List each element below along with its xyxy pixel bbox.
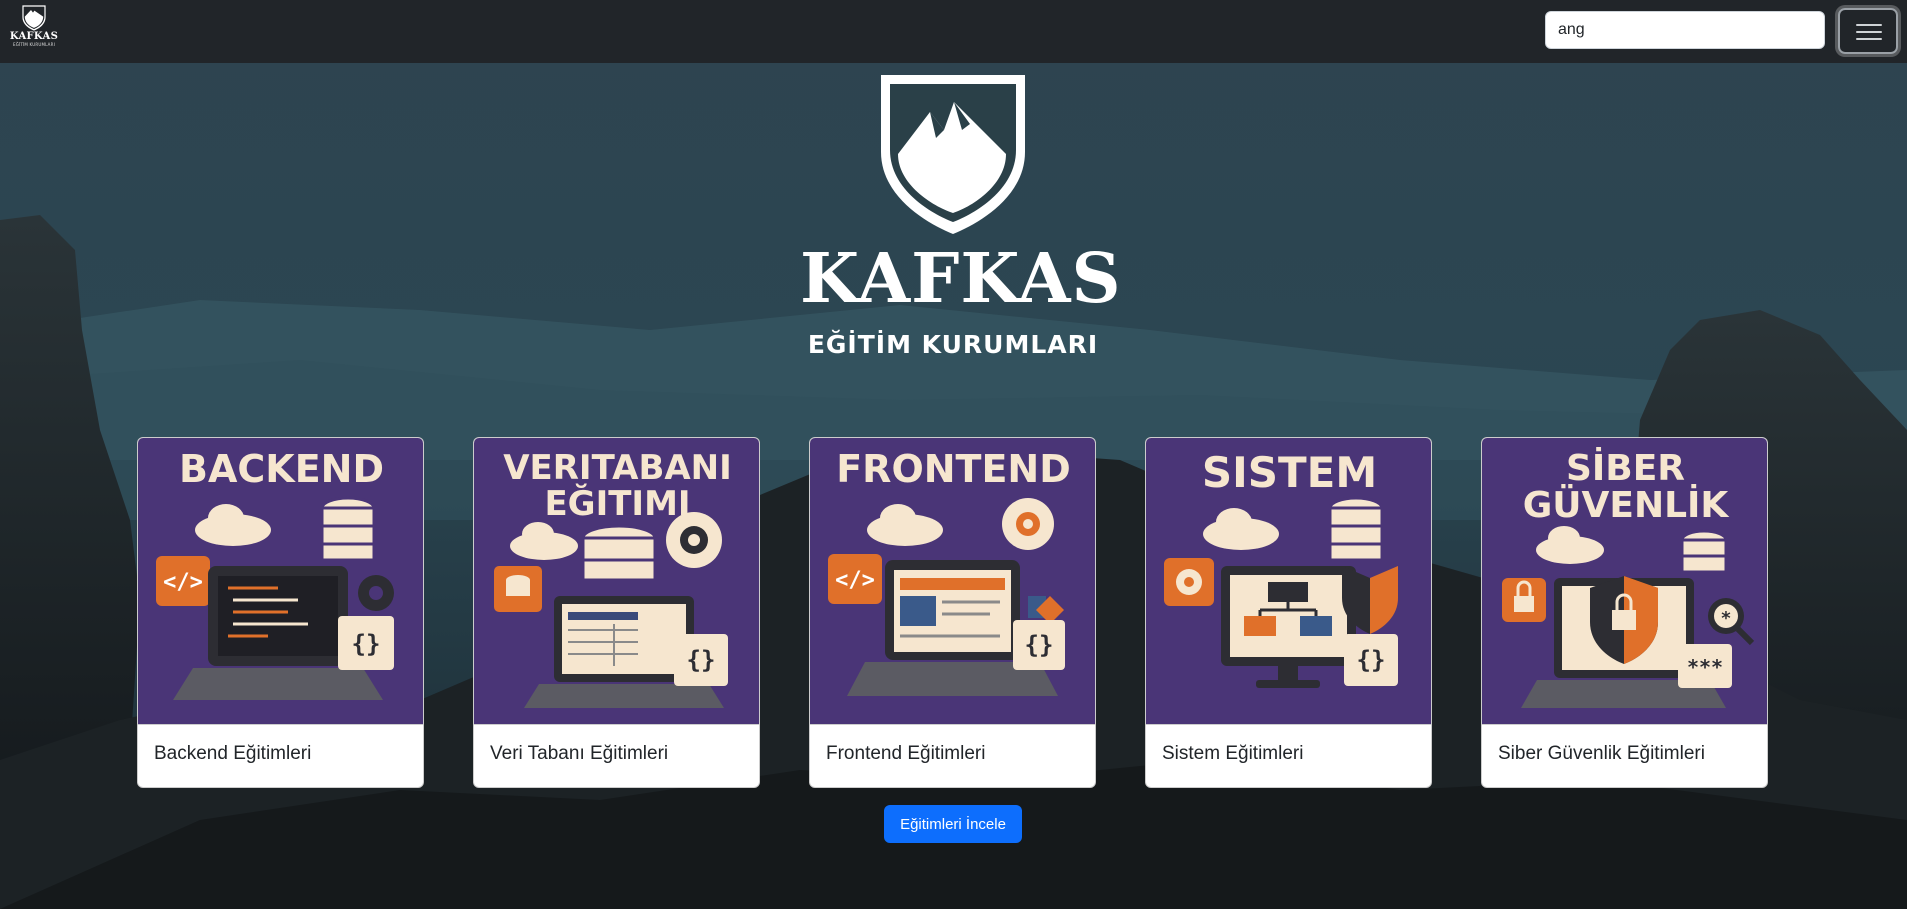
card-label: Frontend Eğitimleri <box>826 743 986 764</box>
brand-logo[interactable]: KAFKAS EĞİTİM KURUMLARI <box>8 5 60 57</box>
mountain-shield-icon <box>881 75 1025 234</box>
hamburger-icon-bar <box>1856 38 1882 40</box>
svg-text:</>: </> <box>835 568 875 593</box>
course-card-database[interactable]: VERITABANI EĞITIMI {} Veri Tabanı Eğitim… <box>473 437 760 788</box>
svg-text:*: * <box>1721 608 1731 629</box>
hamburger-icon <box>1856 24 1882 26</box>
card-label: Siber Güvenlik Eğitimleri <box>1498 743 1705 764</box>
card-label: Veri Tabanı Eğitimleri <box>490 743 669 764</box>
browse-courses-button[interactable]: Eğitimleri İncele <box>884 805 1022 843</box>
brand-logo-text: KAFKAS <box>9 31 59 42</box>
svg-text:{}: {} <box>1357 646 1386 674</box>
backend-illustration: BACKEND </> {} <box>138 438 423 725</box>
card-label: Sistem Eğitimleri <box>1162 743 1304 764</box>
database-illustration: VERITABANI EĞITIMI {} <box>474 438 759 725</box>
security-illustration: SİBER GÜVENLİK * *** <box>1482 438 1767 725</box>
svg-text:{}: {} <box>687 646 716 674</box>
hero-title: KAFKAS <box>800 239 1122 319</box>
card-label: Backend Eğitimleri <box>154 743 312 764</box>
frontend-illustration: FRONTEND </> {} <box>810 438 1095 725</box>
course-card-security[interactable]: SİBER GÜVENLİK * *** Siber Güvenlik Eğit… <box>1481 437 1768 788</box>
brand-logo-subtext: EĞİTİM KURUMLARI <box>13 42 55 47</box>
mountain-shield-icon <box>22 5 46 31</box>
svg-text:{}: {} <box>352 630 381 658</box>
svg-text:***: *** <box>1687 655 1723 679</box>
hero-logo: KAFKAS EĞİTİM KURUMLARI <box>800 72 1122 372</box>
hamburger-icon-bar <box>1856 31 1882 33</box>
hero-subtitle: EĞİTİM KURUMLARI <box>807 330 1099 359</box>
menu-toggle-button[interactable] <box>1838 8 1898 54</box>
course-card-backend[interactable]: BACKEND </> {} Backend Eğitimleri <box>137 437 424 788</box>
course-card-system[interactable]: SISTEM {} Sistem Eğitimleri <box>1145 437 1432 788</box>
search-input[interactable] <box>1545 11 1825 49</box>
svg-text:</>: </> <box>163 570 203 595</box>
top-navbar: KAFKAS EĞİTİM KURUMLARI <box>0 0 1907 63</box>
system-illustration: SISTEM {} <box>1146 438 1431 725</box>
course-card-frontend[interactable]: FRONTEND </> {} Frontend Eğitimleri <box>809 437 1096 788</box>
svg-text:{}: {} <box>1025 631 1054 659</box>
